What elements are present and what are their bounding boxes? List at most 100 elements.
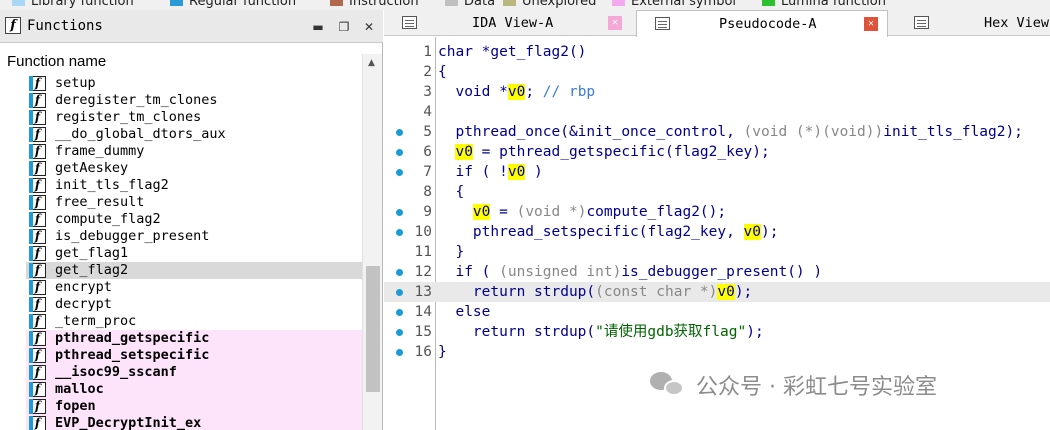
function-list-item[interactable]: f malloc: [26, 381, 362, 398]
code-line[interactable]: 12 if ( (unsigned int)is_debugger_presen…: [384, 262, 1050, 282]
minimize-icon[interactable]: ▬: [311, 20, 325, 34]
code-token: (void *): [516, 204, 587, 220]
function-name: get_flag1: [55, 245, 129, 261]
code-line[interactable]: 1 char *get_flag2(): [384, 42, 1050, 62]
code-token: (void (*)(void)): [743, 124, 884, 140]
code-token: pthread_setspecific(flag2_key,: [438, 224, 744, 240]
line-number: 1: [423, 44, 432, 60]
legend-label: Unexplored: [522, 0, 597, 9]
code-line[interactable]: 6 v0 = pthread_getspecific(flag2_key);: [384, 142, 1050, 162]
tab-label: IDA View-A: [472, 15, 554, 31]
function-list-item[interactable]: f pthread_setspecific: [26, 347, 362, 364]
close-icon[interactable]: ✕: [362, 20, 376, 34]
float-window-icon[interactable]: ❐: [337, 20, 351, 34]
legend-label: Instruction: [349, 0, 419, 9]
code-text: v0 = (void *)compute_flag2();: [438, 202, 726, 222]
view-tabbar: IDA View-A ✕ Pseudocode-A ✕ Hex View-: [384, 10, 1050, 37]
code-token: pthread_once(&init_once_control,: [438, 124, 744, 140]
function-list-item[interactable]: f get_flag1: [26, 245, 362, 262]
variable-token[interactable]: v0: [717, 284, 735, 300]
variable-token[interactable]: v0: [507, 164, 526, 180]
function-icon: f: [29, 365, 46, 380]
tab-label: Pseudocode-A: [719, 16, 817, 32]
code-line[interactable]: 10 pthread_setspecific(flag2_key, v0);: [384, 222, 1050, 242]
function-icon: f: [29, 144, 46, 159]
tab-pseudocode-a[interactable]: Pseudocode-A ✕: [636, 10, 888, 37]
code-token: = pthread_getspecific(flag2_key);: [472, 144, 770, 160]
code-token: "请使用gdb获取flag": [595, 324, 747, 340]
code-line[interactable]: 14 else: [384, 302, 1050, 322]
close-tab-icon[interactable]: ✕: [608, 16, 622, 30]
code-token: if ( !: [438, 164, 508, 180]
hex-view-icon: [914, 16, 929, 29]
function-list-item[interactable]: f _term_proc: [26, 313, 362, 330]
code-token: return strdup(: [438, 284, 596, 300]
function-name: free_result: [55, 194, 145, 210]
function-list-item[interactable]: f __isoc99_sscanf: [26, 364, 362, 381]
function-list-item[interactable]: f setup: [26, 75, 362, 92]
legend-swatch: [170, 0, 183, 6]
code-text: }: [438, 242, 464, 262]
function-list-item[interactable]: f pthread_getspecific: [26, 330, 362, 347]
function-list-item[interactable]: f fopen: [26, 398, 362, 415]
tab-hex-view[interactable]: Hex View-: [896, 10, 1050, 36]
variable-token[interactable]: v0: [743, 224, 762, 240]
pseudocode-view-icon: [655, 17, 670, 30]
line-number: 16: [414, 344, 432, 360]
function-list-item[interactable]: f __do_global_dtors_aux: [26, 126, 362, 143]
line-number: 15: [414, 324, 432, 340]
line-number: 6: [423, 144, 432, 160]
code-token: if (: [438, 264, 500, 280]
function-icon: f: [29, 263, 46, 278]
close-tab-icon[interactable]: ✕: [864, 17, 878, 31]
variable-token[interactable]: v0: [455, 144, 473, 160]
code-line[interactable]: 3 void *v0; // rbp: [384, 82, 1050, 102]
code-line[interactable]: 8 {: [384, 182, 1050, 202]
scrollbar-thumb[interactable]: [366, 266, 380, 392]
function-list-item[interactable]: f decrypt: [26, 296, 362, 313]
line-number: 7: [423, 164, 432, 180]
function-list-item[interactable]: f free_result: [26, 194, 362, 211]
scroll-up-arrow-icon[interactable]: ▲: [368, 58, 375, 68]
function-list-item[interactable]: f getAeskey: [26, 160, 362, 177]
function-name-column-header[interactable]: Function name: [0, 51, 383, 73]
code-text: else: [438, 302, 490, 322]
code-line[interactable]: 7 if ( !v0 ): [384, 162, 1050, 182]
code-line[interactable]: 9 v0 = (void *)compute_flag2();: [384, 202, 1050, 222]
function-name: pthread_setspecific: [55, 347, 210, 363]
function-list-item[interactable]: f compute_flag2: [26, 211, 362, 228]
code-line[interactable]: 15 return strdup("请使用gdb获取flag");: [384, 322, 1050, 342]
code-line[interactable]: 16}: [384, 342, 1050, 362]
code-line[interactable]: 11 }: [384, 242, 1050, 262]
function-list-item[interactable]: f is_debugger_present: [26, 228, 362, 245]
function-list-item[interactable]: f deregister_tm_clones: [26, 92, 362, 109]
code-token: is_debugger_present() ): [621, 264, 823, 280]
variable-token[interactable]: v0: [507, 84, 526, 100]
function-icon: f: [29, 280, 46, 295]
functions-scrollbar[interactable]: ▲: [362, 54, 382, 430]
function-list-item[interactable]: f EVP_DecryptInit_ex: [26, 415, 362, 430]
function-name: fopen: [55, 398, 96, 414]
code-text: {: [438, 62, 447, 82]
legend-label: External symbol: [631, 0, 737, 9]
function-list-item[interactable]: f frame_dummy: [26, 143, 362, 160]
function-icon: f: [29, 246, 46, 261]
tab-ida-view-a[interactable]: IDA View-A ✕: [384, 10, 628, 36]
function-icon: f: [29, 161, 46, 176]
code-line[interactable]: 13 return strdup((const char *)v0);: [384, 282, 1050, 302]
watermark: 公众号 · 彩虹七号实验室: [650, 370, 937, 400]
function-list-item[interactable]: f init_tls_flag2: [26, 177, 362, 194]
function-list-item[interactable]: f get_flag2: [26, 262, 362, 279]
function-icon: f: [29, 229, 46, 244]
code-line[interactable]: 5 pthread_once(&init_once_control, (void…: [384, 122, 1050, 142]
function-name: setup: [55, 75, 96, 91]
code-line[interactable]: 2{: [384, 62, 1050, 82]
code-token: }: [438, 244, 465, 260]
legend-item: Lumina function: [762, 0, 886, 9]
function-icon: f: [29, 212, 46, 227]
code-line[interactable]: 4: [384, 102, 1050, 122]
function-list-item[interactable]: f register_tm_clones: [26, 109, 362, 126]
function-list-item[interactable]: f encrypt: [26, 279, 362, 296]
variable-token[interactable]: v0: [472, 204, 491, 220]
code-text: return strdup("请使用gdb获取flag");: [438, 322, 764, 342]
